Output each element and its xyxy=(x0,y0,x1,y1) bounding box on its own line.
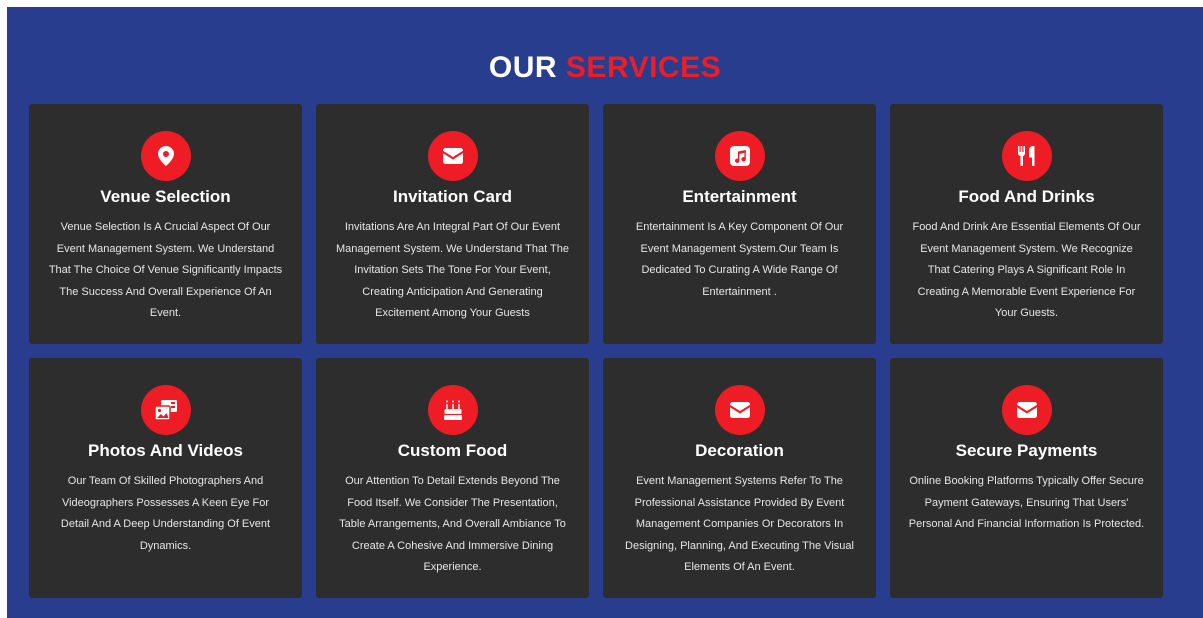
envelope-icon xyxy=(427,131,478,181)
service-card-food-and-drinks: Food And Drinks Food And Drink Are Essen… xyxy=(890,104,1163,344)
service-title: Photos And Videos xyxy=(88,441,243,460)
service-card-decoration: Decoration Event Management Systems Refe… xyxy=(603,358,876,598)
envelope-icon xyxy=(714,385,765,435)
service-title: Venue Selection xyxy=(100,187,231,206)
service-card-entertainment: Entertainment Entertainment Is A Key Com… xyxy=(603,104,876,344)
envelope-icon xyxy=(1001,385,1052,435)
service-description: Our Attention To Detail Extends Beyond T… xyxy=(339,475,566,573)
heading-services: SERVICES xyxy=(565,51,722,84)
service-description: Online Booking Platforms Typically Offer… xyxy=(908,475,1145,530)
map-marker-icon xyxy=(140,131,191,181)
service-description: Food And Drink Are Essential Elements Of… xyxy=(912,221,1141,319)
section-heading: OUR SERVICES xyxy=(7,51,1203,85)
service-card-secure-payments: Secure Payments Online Booking Platforms… xyxy=(890,358,1163,598)
service-title: Invitation Card xyxy=(392,187,512,206)
service-title: Custom Food xyxy=(397,441,508,460)
service-title: Entertainment xyxy=(682,187,797,206)
service-description: Venue Selection Is A Crucial Aspect Of O… xyxy=(48,221,283,319)
service-description: Invitations Are An Integral Part Of Our … xyxy=(336,221,569,319)
utensils-icon xyxy=(1001,131,1052,181)
service-description: Entertainment Is A Key Component Of Our … xyxy=(635,221,844,298)
service-card-venue-selection: Venue Selection Venue Selection Is A Cru… xyxy=(29,104,302,344)
service-card-invitation-card: Invitation Card Invitations Are An Integ… xyxy=(316,104,589,344)
birthday-cake-icon xyxy=(427,385,478,435)
service-title: Decoration xyxy=(695,441,784,460)
service-card-custom-food: Custom Food Our Attention To Detail Exte… xyxy=(316,358,589,598)
heading-our: OUR xyxy=(488,51,558,84)
service-card-photos-and-videos: Photos And Videos Our Team Of Skilled Ph… xyxy=(29,358,302,598)
service-description: Our Team Of Skilled Photographers And Vi… xyxy=(60,475,271,552)
service-description: Event Management Systems Refer To The Pr… xyxy=(625,475,854,573)
services-section: OUR SERVICES Venue Selection Venue Selec… xyxy=(7,7,1203,618)
service-title: Food And Drinks xyxy=(958,187,1095,206)
photo-video-icon xyxy=(140,385,191,435)
service-title: Secure Payments xyxy=(955,441,1098,460)
music-icon xyxy=(714,131,765,181)
